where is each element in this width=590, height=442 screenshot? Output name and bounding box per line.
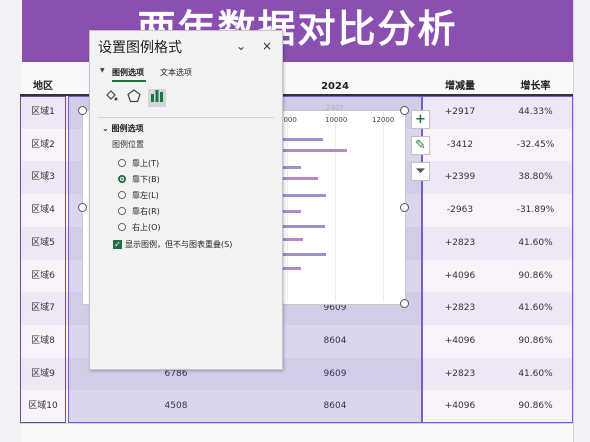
radio-top-right-label: 右上(O) xyxy=(132,223,161,232)
active-tab-indicator xyxy=(112,80,146,82)
radio-left[interactable] xyxy=(118,191,126,199)
resize-handle[interactable] xyxy=(400,203,409,212)
overlap-checkbox-label: 显示图例，但不与图表重叠(S) xyxy=(125,240,233,249)
region-column-border xyxy=(20,96,66,423)
bar-chart-icon xyxy=(151,90,163,102)
right-range-border xyxy=(422,96,573,423)
chevron-down-icon: ⌄ xyxy=(102,124,112,133)
chevron-down-icon: ⌄ xyxy=(236,39,247,53)
chart-filters-button[interactable]: ⏷ xyxy=(411,162,430,181)
right-edge xyxy=(573,0,590,442)
panel-close-button[interactable]: × xyxy=(262,39,272,53)
paint-bucket-icon xyxy=(106,90,118,101)
chart-bar[interactable] xyxy=(283,225,325,228)
close-icon: × xyxy=(262,39,273,53)
chart-bar[interactable] xyxy=(283,210,301,213)
divider xyxy=(98,117,274,118)
header-region: 地区 xyxy=(33,81,53,92)
radio-top-label: 靠上(T) xyxy=(132,159,160,168)
section-header[interactable]: ⌄ 图例选项 xyxy=(102,123,144,134)
brush-icon: ✎ xyxy=(415,138,426,153)
resize-handle[interactable] xyxy=(78,203,87,212)
overlap-checkbox[interactable]: ✓ xyxy=(113,240,122,249)
add-chart-element-button[interactable]: + xyxy=(411,110,430,129)
radio-top[interactable] xyxy=(118,159,126,167)
chart-styles-button[interactable]: ✎ xyxy=(411,136,430,155)
gridline xyxy=(335,112,336,302)
effects-button[interactable] xyxy=(125,89,143,107)
resize-handle[interactable] xyxy=(78,106,87,115)
radio-left-label: 靠左(L) xyxy=(132,191,159,200)
header-change: 增减量 xyxy=(445,81,475,92)
chart-bar[interactable] xyxy=(283,267,301,270)
radio-bottom[interactable] xyxy=(118,175,126,183)
header-2024: 2024 xyxy=(321,81,349,92)
radio-bottom-label: 靠下(B) xyxy=(132,175,160,184)
chart-bar[interactable] xyxy=(283,166,301,169)
filter-icon: ⏷ xyxy=(415,164,426,179)
section-label: 图例选项 xyxy=(111,124,144,133)
tab-legend-options[interactable]: 图例选项 xyxy=(112,67,144,78)
radio-right-label: 靠右(R) xyxy=(132,207,160,216)
radio-top-right[interactable] xyxy=(118,223,126,231)
header-rate: 增长率 xyxy=(520,81,551,92)
tab-text-options[interactable]: 文本选项 xyxy=(160,67,192,78)
fill-line-button[interactable] xyxy=(102,89,120,107)
format-legend-panel: 设置图例格式 ⌄ × ▼ 图例选项 文本选项 ⌄ 图例选项 图例位置 靠上(T)… xyxy=(89,30,283,370)
chart-bar[interactable] xyxy=(283,149,347,152)
tab-dropdown-icon[interactable]: ▼ xyxy=(100,67,105,74)
chart-bar[interactable] xyxy=(283,194,326,197)
resize-handle[interactable] xyxy=(400,106,409,115)
resize-handle[interactable] xyxy=(400,299,409,308)
partial-data-label: 2407 xyxy=(326,104,344,112)
chart-bar[interactable] xyxy=(283,253,326,256)
radio-right[interactable] xyxy=(118,207,126,215)
legend-position-label: 图例位置 xyxy=(112,140,144,149)
chart-bar[interactable] xyxy=(283,177,318,180)
plus-icon: + xyxy=(415,112,426,127)
chart-bar[interactable] xyxy=(283,238,303,241)
axis-tick-label: 10000 xyxy=(325,116,348,124)
gridline xyxy=(383,112,384,302)
panel-collapse-button[interactable]: ⌄ xyxy=(236,39,246,53)
legend-options-button[interactable] xyxy=(148,89,166,107)
panel-title: 设置图例格式 xyxy=(98,40,182,56)
pentagon-icon xyxy=(127,89,141,103)
left-edge xyxy=(0,0,22,442)
axis-tick-label: 12000 xyxy=(372,116,395,124)
chart-bar[interactable] xyxy=(283,138,323,141)
